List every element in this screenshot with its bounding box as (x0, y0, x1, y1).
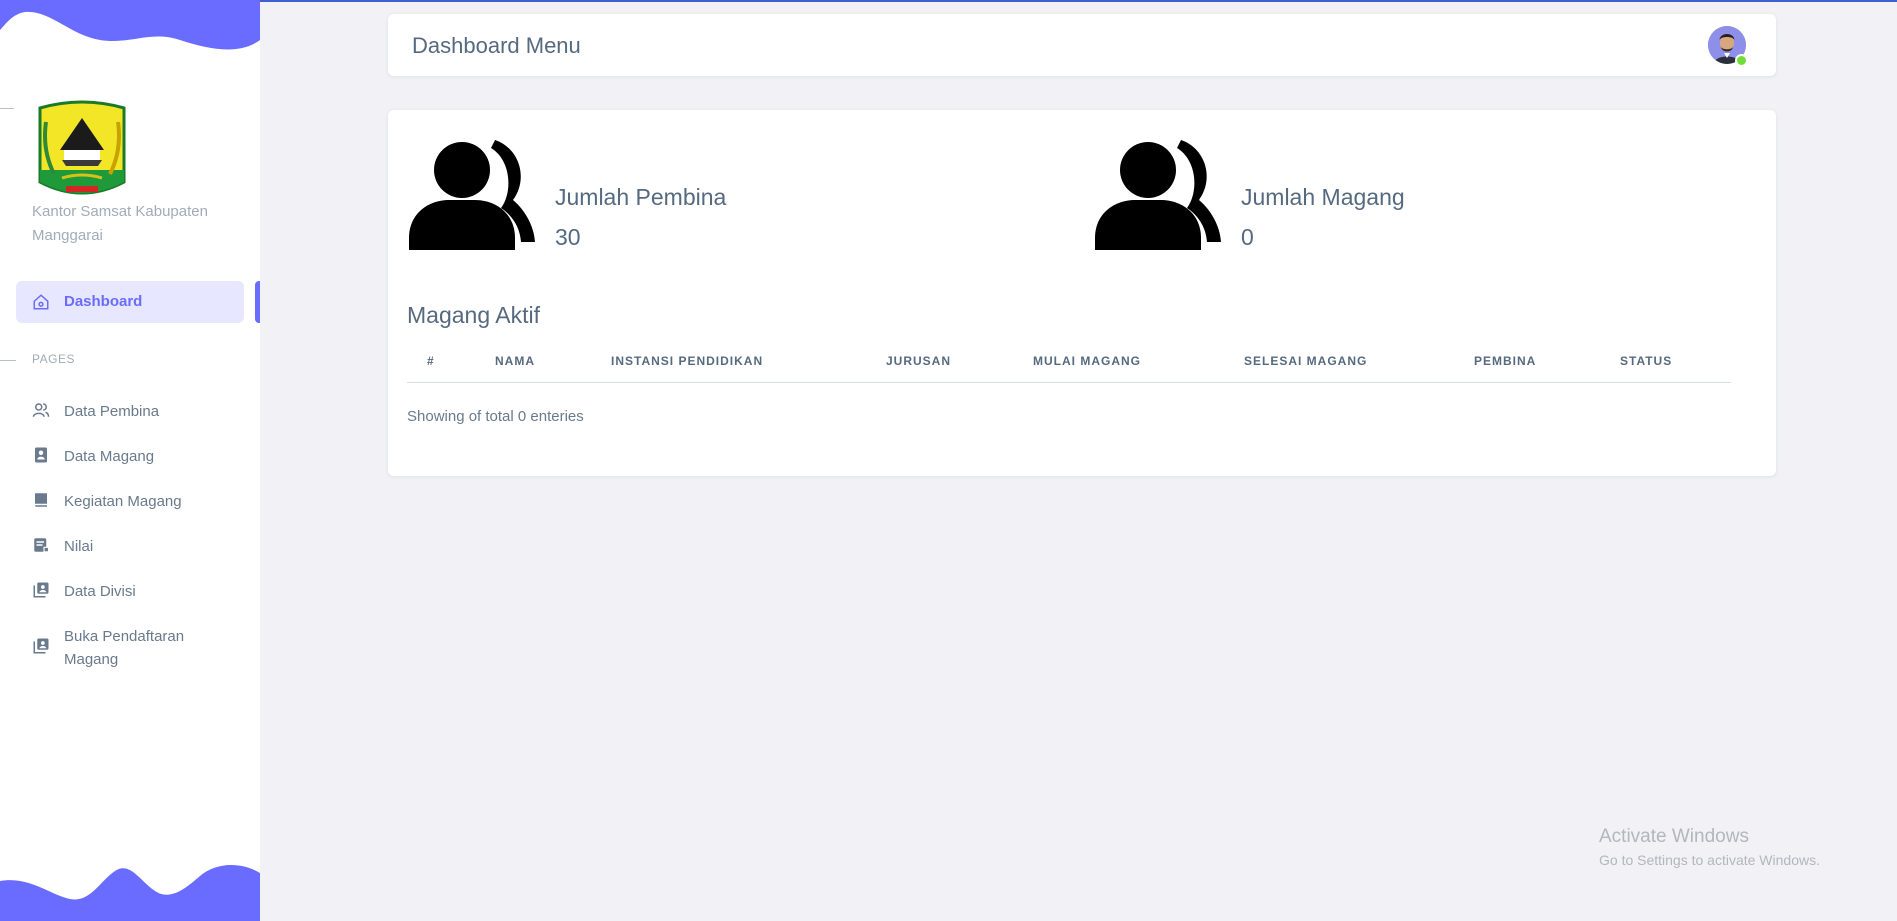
table-header: # NAMA INSTANSI PENDIDIKAN JURUSAN MULAI… (407, 350, 1731, 383)
grade-icon (34, 538, 50, 553)
sidebar-item-label: Buka Pendaftaran Magang (64, 628, 185, 668)
sidebar-item-label: Data Magang (64, 448, 155, 465)
sidebar-item-label: Nilai (64, 538, 94, 555)
book-icon (35, 493, 47, 507)
online-status-dot (1735, 54, 1748, 67)
stat-label: Jumlah Pembina (555, 184, 727, 210)
column-header: PEMBINA (1474, 354, 1537, 368)
sidebar-item-label: Data Divisi (64, 583, 136, 600)
column-header: STATUS (1620, 354, 1673, 368)
section-divider (0, 360, 16, 361)
bottom-wave-decoration (0, 865, 260, 921)
sidebar-item-label: Dashboard (64, 293, 143, 310)
home-icon (33, 294, 49, 310)
sidebar-item-data-divisi[interactable]: Data Divisi (16, 570, 244, 610)
users-icon (32, 403, 50, 417)
table-title: Magang Aktif (407, 302, 540, 328)
contacts-icon (33, 582, 49, 598)
sidebar-item-nilai[interactable]: Nilai (16, 525, 244, 565)
column-header: NAMA (495, 354, 535, 368)
sidebar-item-label: Data Pembina (64, 403, 160, 420)
section-header-pages: PAGES (32, 352, 75, 366)
coat-of-arms-logo (38, 100, 126, 195)
top-accent-line (0, 0, 1897, 2)
sidebar: Kantor Samsat Kabupaten Manggarai Dashbo… (0, 0, 260, 921)
column-header: MULAI MAGANG (1033, 354, 1141, 368)
top-wave-decoration (0, 0, 260, 50)
table-footer-info: Showing of total 0 enteries (407, 408, 584, 425)
active-indicator (255, 281, 260, 323)
sidebar-item-data-magang[interactable]: Data Magang (16, 435, 244, 475)
sidebar-item-buka-pendaftaran-magang[interactable]: Buka Pendaftaran Magang (16, 615, 244, 671)
sidebar-item-kegiatan-magang[interactable]: Kegiatan Magang (16, 480, 244, 520)
column-header: # (427, 354, 435, 368)
contacts-icon (33, 638, 49, 654)
page-title: Dashboard Menu (412, 33, 581, 58)
watermark-subtitle: Go to Settings to activate Windows. (1599, 852, 1820, 868)
column-header: SELESAI MAGANG (1244, 354, 1368, 368)
stat-value: 0 (1241, 224, 1254, 250)
column-header: INSTANSI PENDIDIKAN (611, 354, 764, 368)
org-name: Kantor Samsat Kabupaten Manggarai (32, 203, 208, 244)
id-card-icon (35, 447, 47, 463)
dashboard-card: Jumlah Pembina 30 Jumlah Magang 0 Magang… (388, 110, 1776, 476)
stat-value: 30 (555, 224, 581, 250)
sidebar-item-dashboard[interactable]: Dashboard (16, 281, 244, 323)
user-group-icon (409, 140, 535, 250)
sidebar-item-data-pembina[interactable]: Data Pembina (16, 390, 244, 430)
watermark-title: Activate Windows (1599, 826, 1749, 847)
sidebar-item-label: Kegiatan Magang (64, 493, 182, 510)
user-group-icon (1095, 140, 1221, 250)
stat-label: Jumlah Magang (1241, 184, 1405, 210)
top-navbar: Dashboard Menu (388, 14, 1776, 76)
logo-divider (0, 108, 14, 109)
windows-activation-watermark: Activate Windows Go to Settings to activ… (1599, 826, 1820, 868)
column-header: JURUSAN (886, 354, 952, 368)
